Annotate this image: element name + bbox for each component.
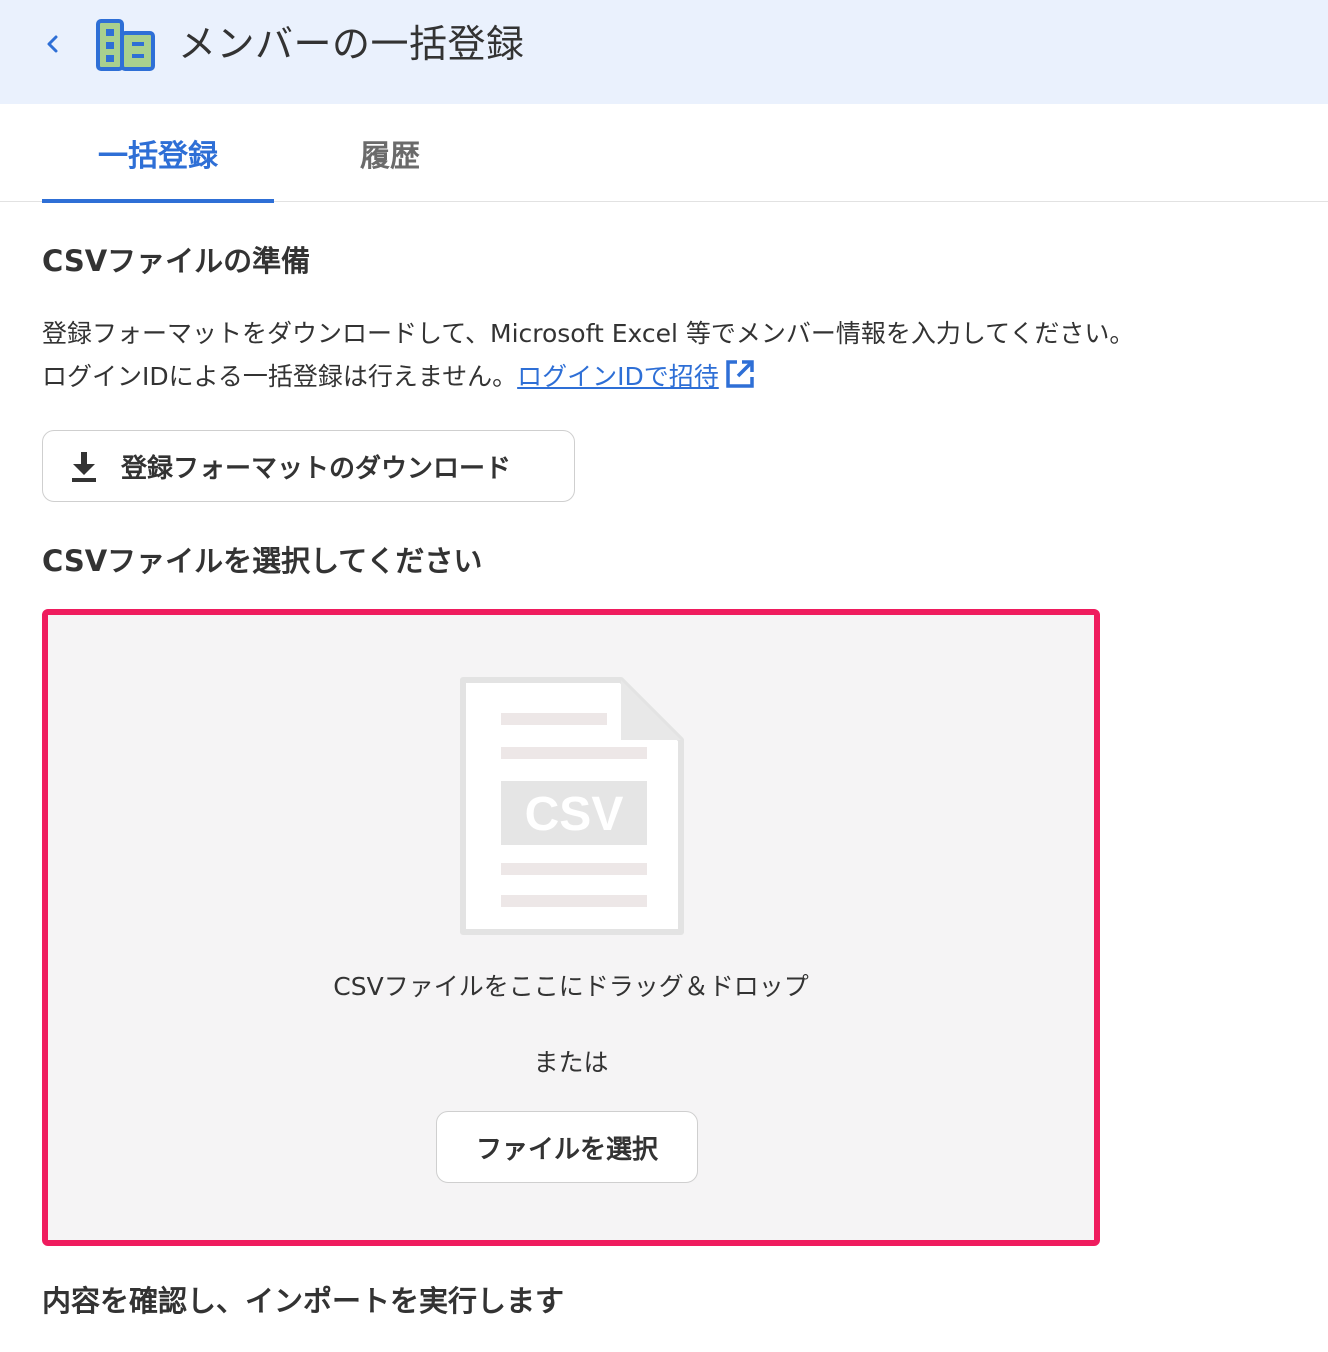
csv-file-label: CSV [525,788,624,841]
download-format-label: 登録フォーマットのダウンロード [121,453,512,484]
page-title: メンバーの一括登録 [178,22,525,66]
csv-dropzone[interactable]: CSV CSVファイルをここにドラッグ＆ドロップ または ファイルを選択 [42,609,1100,1246]
back-button[interactable] [38,26,68,62]
tab-bar: 一括登録 履歴 [0,104,1328,203]
or-separator: または [533,1048,609,1077]
tab-history[interactable]: 履歴 [290,104,490,202]
download-format-button[interactable]: 登録フォーマットのダウンロード [42,430,575,502]
prepare-description-line2: ログインIDによる一括登録は行えません。ログインIDで招待 [42,355,757,399]
confirm-section-title: 内容を確認し、インポートを実行します [42,1284,565,1318]
invite-by-login-id-link[interactable]: ログインIDで招待 [517,362,719,391]
tab-bulk-register[interactable]: 一括登録 [42,104,274,203]
prepare-description-line1: 登録フォーマットをダウンロードして、Microsoft Excel 等でメンバー… [42,319,1135,348]
building-icon [96,19,155,71]
drop-instruction: CSVファイルをここにドラッグ＆ドロップ [333,972,809,1001]
select-file-button[interactable]: ファイルを選択 [436,1111,698,1183]
csv-file-icon: CSV [460,677,684,935]
select-section-title: CSVファイルを選択してください [42,544,483,578]
page-header: メンバーの一括登録 [0,0,1328,104]
login-id-note: ログインIDによる一括登録は行えません。 [42,362,518,391]
external-link-icon[interactable] [723,357,757,391]
chevron-left-icon [47,35,58,53]
download-icon [72,452,96,482]
prepare-section-title: CSVファイルの準備 [42,244,311,278]
